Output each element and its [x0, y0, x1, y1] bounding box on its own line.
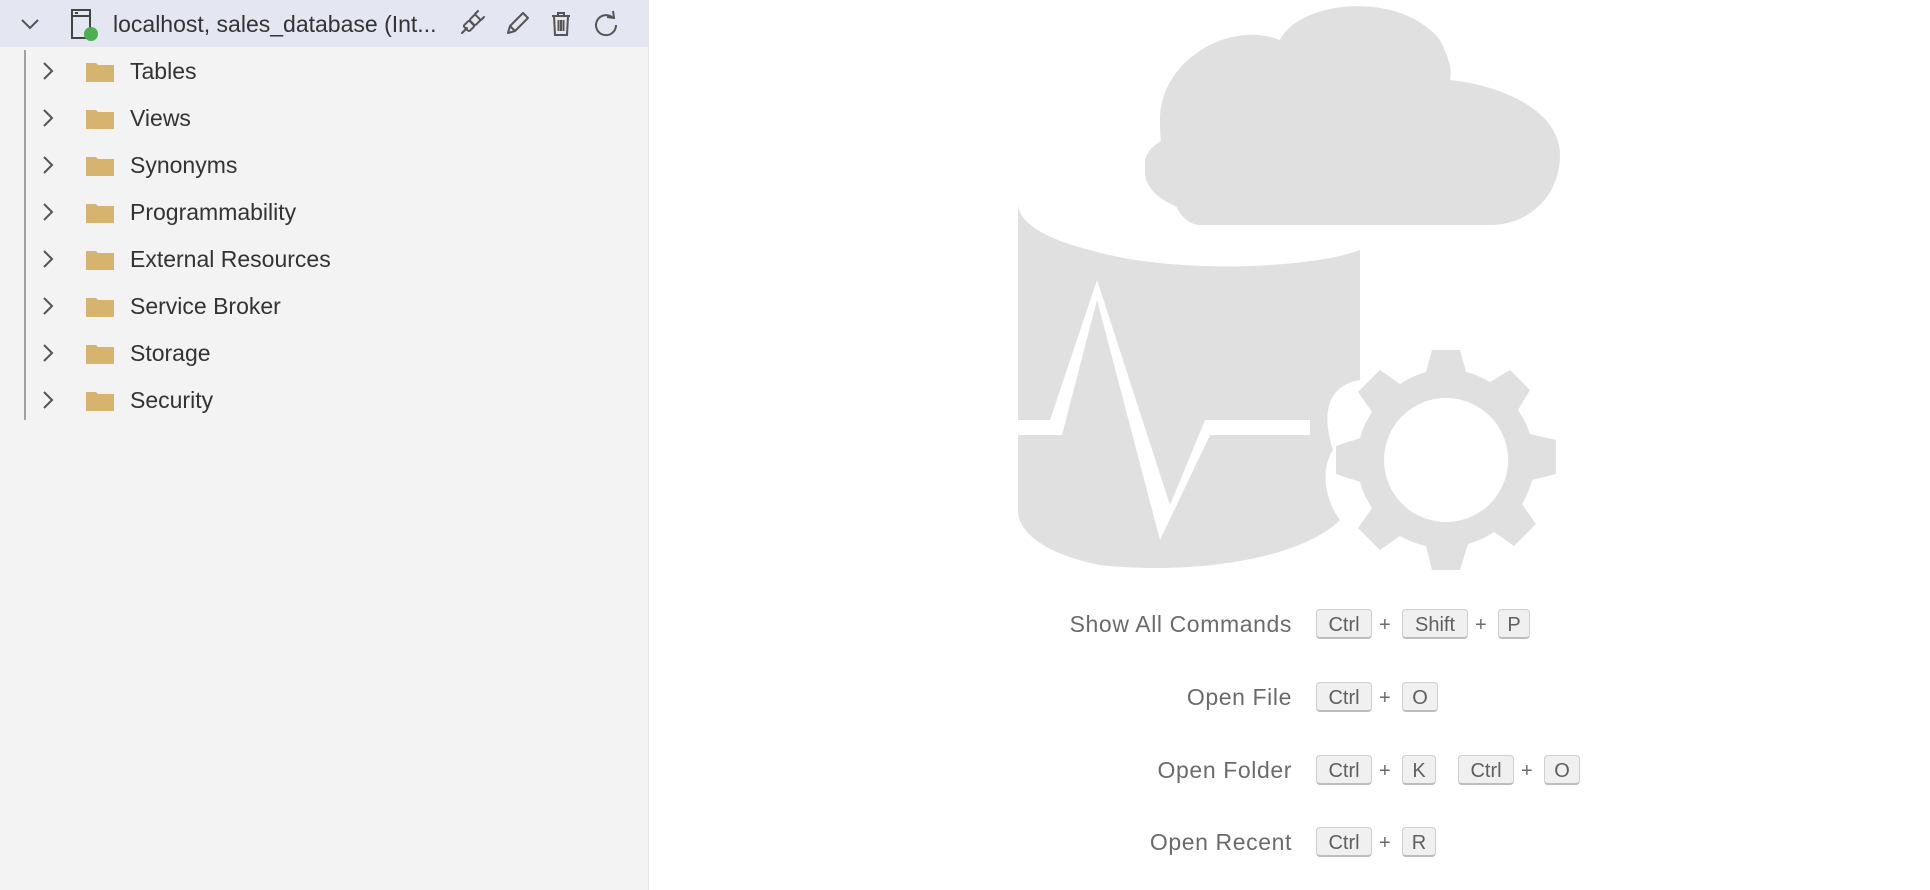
tree-item-label: Tables [130, 58, 197, 84]
chevron-right-icon[interactable] [36, 388, 60, 412]
tree-item-storage[interactable]: Storage [0, 330, 648, 376]
tree-item-tables[interactable]: Tables [0, 48, 648, 94]
refresh-icon[interactable] [591, 9, 621, 39]
tree-item-synonyms[interactable]: Synonyms [0, 142, 648, 188]
shortcut-label-open-recent: Open Recent [1149, 829, 1292, 855]
tree-item-views[interactable]: Views [0, 95, 648, 141]
keycap: K [1402, 755, 1436, 785]
tree-item-service-broker[interactable]: Service Broker [0, 283, 648, 329]
keycap: O [1402, 682, 1438, 712]
keycap: R [1402, 827, 1436, 857]
folder-icon [86, 110, 114, 129]
keycap: Ctrl [1458, 755, 1514, 785]
folder-icon [86, 251, 114, 270]
delete-icon[interactable] [546, 9, 576, 39]
tree-item-label: Storage [130, 340, 211, 366]
edit-icon[interactable] [502, 9, 532, 39]
server-label: localhost, sales_database (Int... [113, 11, 437, 37]
plus-separator: + [1379, 687, 1391, 709]
tree-item-label: External Resources [130, 246, 331, 272]
connected-status-icon [84, 27, 98, 41]
shortcut-label-open-folder: Open Folder [1157, 757, 1292, 783]
object-explorer: localhost, sales_database (Int... Tables… [0, 0, 648, 890]
shortcut-label-show-all-commands: Show All Commands [1069, 611, 1292, 637]
chevron-right-icon[interactable] [36, 200, 60, 224]
chevron-right-icon[interactable] [36, 59, 60, 83]
azure-data-studio-watermark-icon [1018, 6, 1560, 570]
keycap: Ctrl [1316, 609, 1372, 639]
tree-item-label: Service Broker [130, 293, 281, 319]
tree-item-security[interactable]: Security [0, 377, 648, 423]
folder-icon [86, 157, 114, 176]
keycap: Ctrl [1316, 827, 1372, 857]
folder-icon [86, 345, 114, 364]
tree-item-label: Views [130, 105, 191, 131]
chevron-right-icon[interactable] [36, 106, 60, 130]
chevron-right-icon[interactable] [36, 294, 60, 318]
shortcut-label-open-file: Open File [1186, 684, 1292, 710]
tree-item-programmability[interactable]: Programmability [0, 189, 648, 235]
folder-icon [86, 298, 114, 317]
folder-icon [86, 392, 114, 411]
sidebar-divider [648, 0, 649, 890]
plus-separator: + [1379, 614, 1391, 636]
disconnect-icon[interactable] [456, 9, 486, 39]
plus-separator: + [1475, 614, 1487, 636]
folder-icon [86, 204, 114, 223]
folder-icon [86, 63, 114, 82]
plus-separator: + [1379, 760, 1391, 782]
chevron-right-icon[interactable] [36, 153, 60, 177]
keycap: Ctrl [1316, 755, 1372, 785]
plus-separator: + [1379, 832, 1391, 854]
tree-item-label: Programmability [130, 199, 297, 225]
plus-separator: + [1521, 760, 1533, 782]
tree-item-label: Synonyms [130, 152, 238, 178]
server-node[interactable]: localhost, sales_database (Int... [0, 0, 648, 47]
keycap: P [1498, 609, 1530, 639]
keycap: Ctrl [1316, 682, 1372, 712]
tree-item-label: Security [130, 387, 214, 413]
server-icon [71, 9, 98, 41]
chevron-right-icon[interactable] [36, 247, 60, 271]
keycap: Shift [1402, 609, 1468, 639]
chevron-right-icon[interactable] [36, 341, 60, 365]
chevron-down-icon[interactable] [18, 12, 42, 36]
tree-item-external-resources[interactable]: External Resources [0, 236, 648, 282]
keycap: O [1544, 755, 1580, 785]
